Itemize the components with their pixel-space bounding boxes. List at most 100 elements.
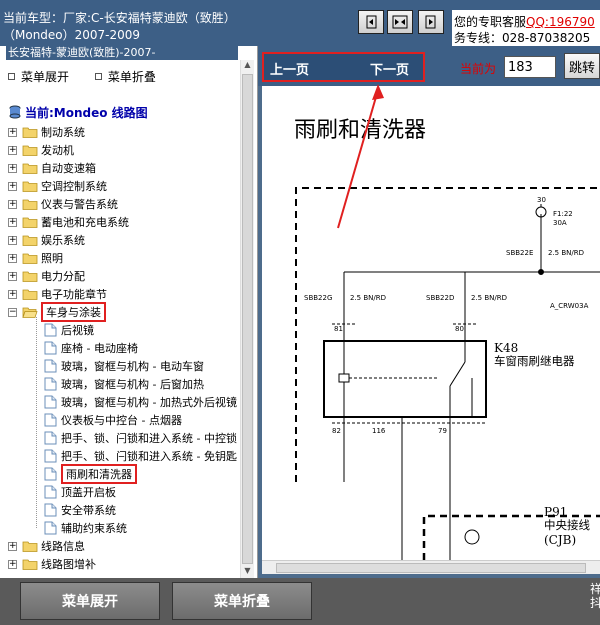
folder-icon: [22, 253, 38, 264]
scroll-thumb[interactable]: [242, 74, 253, 564]
tree-item[interactable]: 安全带系统: [44, 501, 116, 519]
next-page-icon-button[interactable]: [418, 10, 444, 34]
tree-folder[interactable]: + 娱乐系统: [8, 231, 85, 249]
fuse-label: F1:22: [553, 210, 573, 218]
folder-icon: [22, 181, 38, 192]
expand-icon[interactable]: +: [8, 145, 17, 155]
tree-folder-label: 车身与涂装: [41, 302, 106, 322]
tree-folder[interactable]: + 线路图增补: [8, 555, 96, 573]
hscroll-thumb[interactable]: [276, 563, 586, 573]
tree-folder-open[interactable]: − 车身与涂装: [8, 302, 106, 322]
document-icon: [44, 341, 57, 355]
menu-collapse-link[interactable]: 菜单折叠: [94, 70, 156, 84]
tree-scrollbar[interactable]: ▲ ▼: [240, 60, 254, 578]
tree-item-label: 雨刷和清洗器: [61, 464, 137, 484]
document-icon: [44, 449, 57, 463]
tree-item-label: 把手、锁、闩锁和进入系统 - 中控锁: [61, 432, 237, 445]
tree-item[interactable]: 把手、锁、闩锁和进入系统 - 中控锁: [44, 429, 237, 447]
tree-item[interactable]: 仪表板与中控台 - 点烟器: [44, 411, 182, 429]
pin-81: 81: [334, 325, 343, 333]
tree-item[interactable]: 玻璃，窗框与机构 - 后窗加热: [44, 375, 204, 393]
document-icon: [44, 377, 57, 391]
menu-expand-link[interactable]: 菜单展开: [8, 70, 69, 84]
prev-page-link[interactable]: 上一页: [270, 59, 309, 78]
model-line-1: 当前车型：厂家:C-长安福特蒙迪欧（致胜）: [3, 11, 236, 25]
tree-folder[interactable]: + 线路信息: [8, 537, 85, 555]
wire-label-3: 2.5 BN/RD: [471, 294, 507, 302]
wire-label-1: 2.5 BN/RD: [548, 249, 584, 257]
fit-page-icon-button[interactable]: [387, 10, 413, 34]
document-icon: [44, 503, 57, 517]
expand-icon[interactable]: +: [8, 253, 17, 263]
tree-item[interactable]: 玻璃，窗框与机构 - 加热式外后视镜: [44, 393, 237, 411]
tree-item-selected[interactable]: 雨刷和清洗器: [44, 464, 137, 484]
tree-folder-label: 线路信息: [41, 540, 85, 553]
model-line-2: （Mondeo）2007-2009: [3, 28, 141, 42]
expand-icon[interactable]: +: [8, 289, 17, 299]
page-nav-bar: 上一页 下一页 当前为 跳转: [258, 46, 600, 86]
scroll-up-icon[interactable]: ▲: [242, 60, 253, 72]
tree-folder[interactable]: + 电子功能章节: [8, 285, 107, 303]
next-page-link[interactable]: 下一页: [370, 59, 409, 78]
folder-icon: [22, 127, 38, 138]
tree-item[interactable]: 后视镜: [44, 321, 94, 339]
arrows-center-icon: [392, 15, 408, 29]
qq-link[interactable]: QQ:196790: [526, 15, 595, 29]
collapse-icon[interactable]: −: [8, 307, 17, 317]
expand-icon[interactable]: +: [8, 559, 17, 569]
current-page-label: 当前为: [460, 62, 497, 76]
document-icon: [44, 359, 57, 373]
diagram-hscrollbar[interactable]: [262, 560, 600, 574]
expand-icon[interactable]: +: [8, 217, 17, 227]
tree-folder-label: 蓄电池和充电系统: [41, 216, 129, 229]
tree-item[interactable]: 玻璃，窗框与机构 - 电动车窗: [44, 357, 204, 375]
expand-icon[interactable]: +: [8, 541, 17, 551]
expand-icon[interactable]: +: [8, 163, 17, 173]
square-icon: [94, 73, 102, 80]
tree-item-label: 安全带系统: [61, 504, 116, 517]
tree-folder[interactable]: + 电力分配: [8, 267, 85, 285]
pin-80: 80: [455, 325, 464, 333]
tree-item[interactable]: 把手、锁、闩锁和进入系统 - 免钥匙: [44, 447, 237, 465]
document-icon: [44, 521, 57, 535]
pin-82: 82: [332, 427, 341, 435]
prev-page-icon-button[interactable]: [358, 10, 384, 34]
wiring-diagram: 30 F1:22 30A SBB22E 2.5 BN/RD SBB22G 2.5…: [295, 187, 600, 560]
tree-item-label: 仪表板与中控台 - 点烟器: [61, 414, 182, 427]
expand-icon[interactable]: +: [8, 271, 17, 281]
tree-folder[interactable]: + 空调控制系统: [8, 177, 107, 195]
page-number-input[interactable]: [504, 56, 556, 78]
expand-icon[interactable]: +: [8, 127, 17, 137]
cjb-dashed-border: [295, 187, 600, 482]
app-header: 当前车型：厂家:C-长安福特蒙迪欧（致胜） （Mondeo）2007-2009 …: [0, 0, 600, 46]
model-caption: 长安福特-蒙迪欧(致胜)-2007-: [6, 46, 238, 60]
tree-item[interactable]: 座椅 - 电动座椅: [44, 339, 138, 357]
cjb-name: 中央接线: [544, 518, 590, 532]
expand-icon[interactable]: +: [8, 199, 17, 209]
tree-folder-label: 电力分配: [41, 270, 85, 283]
tree-folder-label: 制动系统: [41, 126, 85, 139]
tree-item[interactable]: 顶盖开启板: [44, 483, 116, 501]
tree-folder[interactable]: + 制动系统: [8, 123, 85, 141]
bottom-expand-button[interactable]: 菜单展开: [20, 582, 160, 620]
pin-79: 79: [438, 427, 447, 435]
expand-icon[interactable]: +: [8, 181, 17, 191]
tree-folder-label: 发动机: [41, 144, 74, 157]
tree-item-label: 玻璃，窗框与机构 - 加热式外后视镜: [61, 396, 237, 409]
arrow-right-icon: [425, 15, 436, 29]
folder-icon: [22, 163, 38, 174]
tree-folder[interactable]: + 照明: [8, 249, 63, 267]
tree-item[interactable]: 辅助约束系统: [44, 519, 127, 537]
bottom-collapse-button[interactable]: 菜单折叠: [172, 582, 312, 620]
tree-item-label: 把手、锁、闩锁和进入系统 - 免钥匙: [61, 450, 237, 463]
pin-116: 116: [372, 427, 386, 435]
scroll-down-icon[interactable]: ▼: [242, 566, 253, 578]
tree-folder[interactable]: + 仪表与警告系统: [8, 195, 118, 213]
jump-button[interactable]: 跳转: [564, 53, 600, 79]
expand-icon[interactable]: +: [8, 235, 17, 245]
tree-folder[interactable]: + 发动机: [8, 141, 74, 159]
tree-folder[interactable]: + 自动变速箱: [8, 159, 96, 177]
folder-icon: [22, 145, 38, 156]
tree-folder-label: 仪表与警告系统: [41, 198, 118, 211]
tree-folder[interactable]: + 蓄电池和充电系统: [8, 213, 129, 231]
